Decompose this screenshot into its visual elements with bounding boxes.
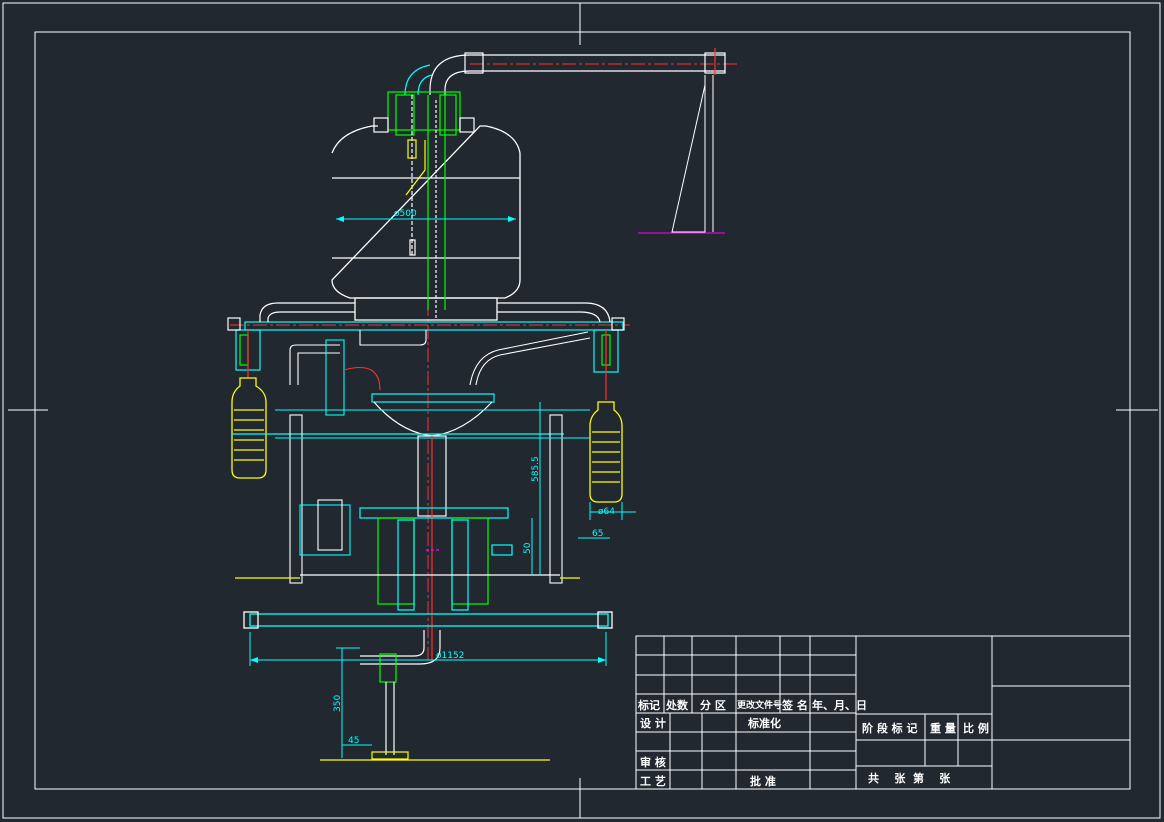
bottle-diameter-label: ø64 (598, 507, 615, 517)
tb-sign: 签 名 (781, 698, 808, 712)
tb-scale: 比 例 (963, 721, 989, 735)
frame-diameter-label: ø1152 (436, 651, 464, 661)
offset-65-label: 65 (592, 529, 603, 539)
tb-zone: 分 区 (700, 698, 726, 712)
angle-45-label: 45 (348, 736, 359, 746)
left-valve (227, 317, 261, 378)
tb-standardize: 标准化 (747, 716, 781, 730)
tb-stage-mark: 阶 段 标 记 (862, 721, 918, 735)
stand-height-label: 350 (333, 695, 343, 712)
dim-tank-diameter: ø500 (336, 209, 516, 222)
tank-diameter-label: ø500 (394, 209, 417, 219)
tb-doc: 更改文件号 (737, 699, 782, 711)
title-block-text: 标记 处数 分 区 更改文件号 签 名 年、月、日 设 计 标准化 阶 段 标 … (637, 698, 989, 788)
tank-center-pipe (427, 95, 446, 320)
bowl (232, 393, 564, 437)
dim-65: 65 (578, 529, 610, 539)
tb-review: 审 核 (640, 755, 666, 769)
base-frame (235, 577, 613, 629)
dim-585-label: 585.5 (531, 456, 541, 482)
cad-drawing: ø500 585.5 50 ø64 65 ø1152 350 45 标记 处数 … (2, 2, 1161, 819)
tb-count: 处数 (665, 698, 689, 712)
title-block (635, 635, 1131, 790)
tb-mark: 标记 (637, 698, 660, 712)
inlet-valve (373, 64, 475, 256)
tb-approve: 批 准 (750, 774, 776, 788)
dim-bottle: ø64 (589, 502, 636, 520)
tb-sheets: 共 张 第 张 (868, 771, 951, 785)
dim-45: 45 (342, 736, 372, 746)
tb-weight: 重 量 (930, 721, 956, 735)
tb-design: 设 计 (640, 716, 666, 730)
dim-50: 50 (523, 518, 533, 575)
top-plate (244, 302, 624, 331)
tank (331, 125, 521, 321)
support-bracket (638, 75, 725, 234)
tb-process: 工 艺 (640, 774, 666, 788)
right-valve (593, 317, 625, 400)
left-bottle (231, 377, 267, 479)
top-pipe (429, 48, 726, 95)
center-lines (230, 63, 740, 660)
dim-50-label: 50 (523, 542, 533, 554)
right-bottle (589, 401, 623, 503)
tb-date: 年、月、日 (812, 698, 867, 712)
